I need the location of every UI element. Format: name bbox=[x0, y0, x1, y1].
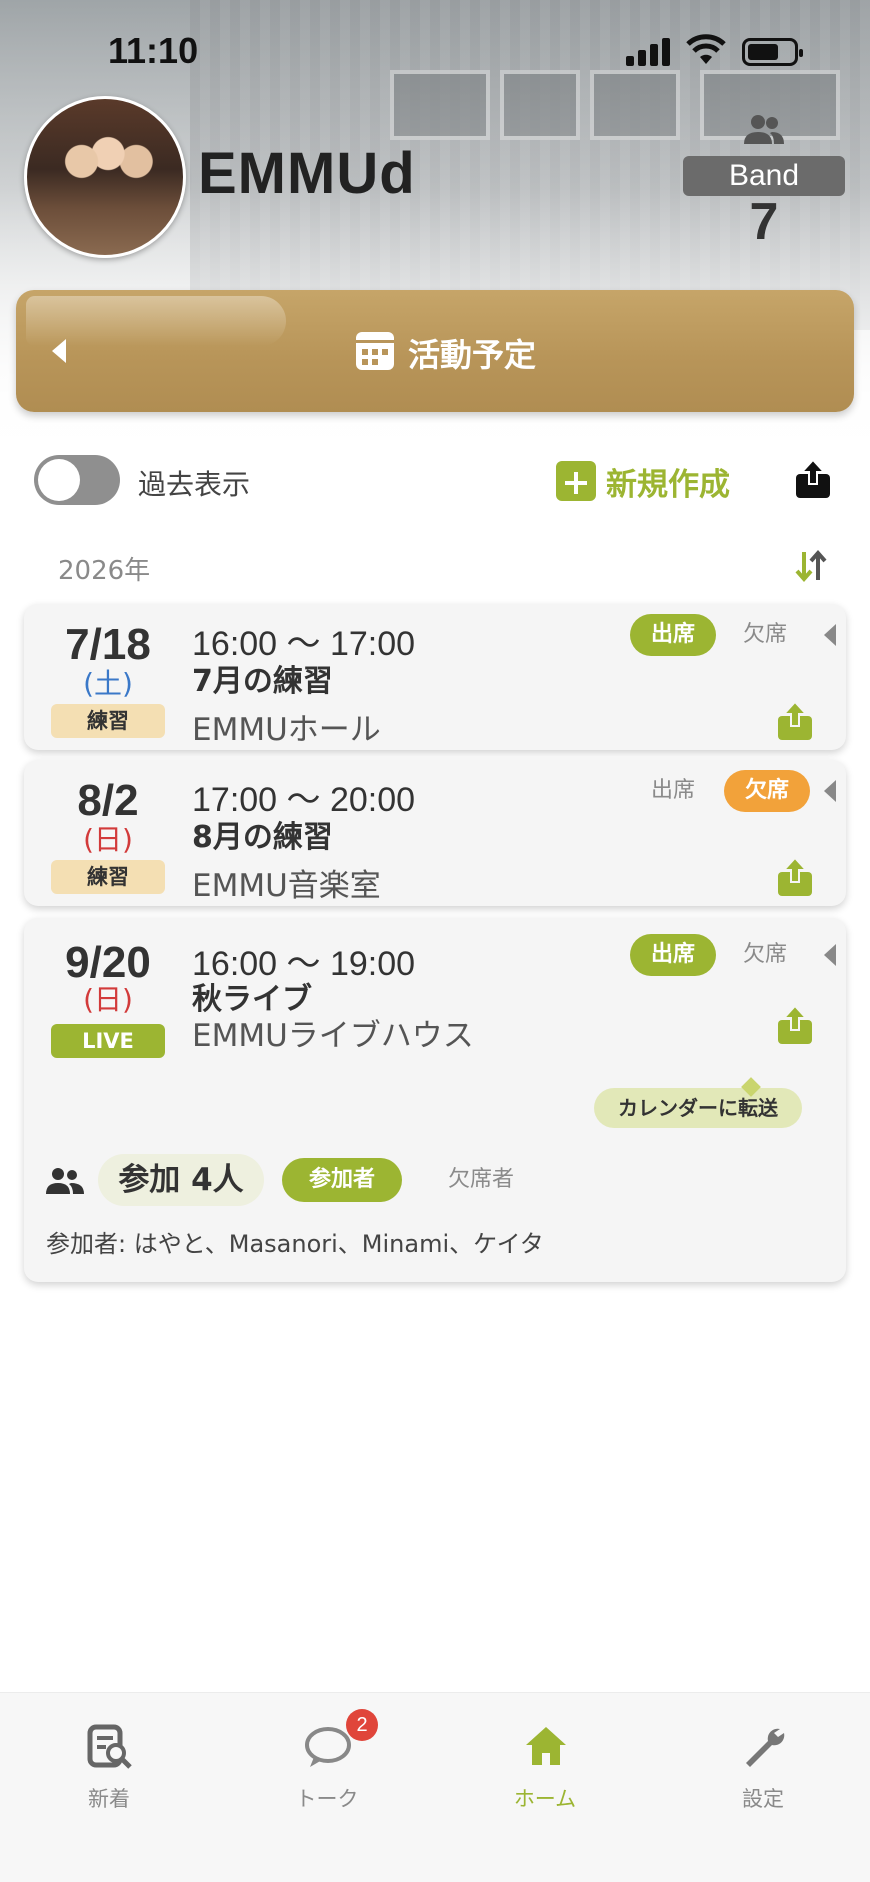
nav-item-news[interactable]: 新着 bbox=[0, 1693, 218, 1823]
expand-arrow-icon[interactable] bbox=[824, 944, 836, 966]
status-bar: 11:10 bbox=[0, 0, 870, 100]
attend-button[interactable]: 出席 bbox=[630, 614, 716, 656]
attend-button[interactable]: 出席 bbox=[638, 770, 708, 812]
news-search-icon bbox=[87, 1724, 132, 1769]
sort-icon[interactable] bbox=[794, 548, 828, 584]
participants-icon bbox=[46, 1168, 84, 1194]
battery-icon bbox=[742, 38, 803, 66]
page-title: 活動予定 bbox=[408, 336, 537, 374]
nav-label: ホーム bbox=[513, 1787, 577, 1811]
absent-button[interactable]: 欠席 bbox=[724, 770, 810, 812]
event-title: 7月の練習 bbox=[192, 664, 333, 699]
create-new-button[interactable]: 新規作成 bbox=[556, 458, 730, 504]
event-category-badge: 練習 bbox=[51, 860, 165, 894]
nav-item-talk[interactable]: トーク bbox=[218, 1693, 436, 1823]
participant-list: 参加者: はやと、Masanori、Minami、ケイタ bbox=[46, 1230, 544, 1258]
absent-button[interactable]: 欠席 bbox=[730, 934, 800, 976]
event-place: EMMUライブハウス bbox=[192, 1018, 474, 1054]
share-icon[interactable] bbox=[776, 856, 814, 898]
year-label: 2026年 bbox=[58, 556, 151, 586]
expand-arrow-icon[interactable] bbox=[824, 624, 836, 646]
tab-participants[interactable]: 参加者 bbox=[282, 1158, 402, 1202]
past-display-toggle[interactable] bbox=[34, 455, 120, 505]
share-icon[interactable] bbox=[776, 700, 814, 742]
attend-button[interactable]: 出席 bbox=[630, 934, 716, 976]
event-category-badge: LIVE bbox=[51, 1024, 165, 1058]
wrench-icon bbox=[746, 1728, 785, 1767]
members-icon bbox=[744, 115, 784, 144]
absent-button[interactable]: 欠席 bbox=[730, 614, 800, 656]
event-category-badge: 練習 bbox=[51, 704, 165, 738]
past-display-label: 過去表示 bbox=[138, 468, 251, 501]
participant-count: 参加 4人 bbox=[98, 1154, 264, 1206]
calendar-transfer-tooltip[interactable]: カレンダーに転送 bbox=[594, 1088, 802, 1128]
wifi-icon bbox=[686, 34, 726, 64]
band-name: EMMUd bbox=[198, 141, 416, 206]
event-card[interactable]: 7/18 (土) 練習 16:00 〜 17:00 7月の練習 EMMUホール … bbox=[24, 604, 846, 750]
nav-label: トーク bbox=[295, 1787, 359, 1811]
event-weekday: (日) bbox=[83, 823, 133, 856]
create-new-label: 新規作成 bbox=[606, 466, 730, 503]
nav-item-settings[interactable]: 設定 bbox=[654, 1693, 870, 1823]
nav-label: 設定 bbox=[742, 1787, 784, 1811]
event-place: EMMUホール bbox=[192, 712, 381, 748]
expand-arrow-icon[interactable] bbox=[824, 780, 836, 802]
band-avatar[interactable] bbox=[24, 96, 186, 258]
nav-item-home[interactable]: ホーム bbox=[436, 1693, 654, 1823]
event-card[interactable]: 8/2 (日) 練習 17:00 〜 20:00 8月の練習 EMMU音楽室 出… bbox=[24, 760, 846, 906]
clock: 11:10 bbox=[108, 30, 199, 71]
event-weekday: (土) bbox=[83, 667, 133, 700]
page-title-bar: 活動予定 bbox=[16, 290, 854, 412]
event-place: EMMU音楽室 bbox=[192, 868, 381, 904]
calendar-icon bbox=[356, 332, 394, 370]
unread-badge: 2 bbox=[346, 1709, 378, 1741]
share-icon[interactable] bbox=[794, 458, 832, 500]
member-count: 7 bbox=[749, 193, 779, 251]
event-title: 8月の練習 bbox=[192, 820, 333, 855]
nav-label: 新着 bbox=[88, 1787, 130, 1811]
chat-bubble-icon bbox=[305, 1727, 351, 1767]
bottom-navigation: 新着 トーク 2 ホーム 設定 bbox=[0, 1692, 870, 1882]
cellular-signal-icon bbox=[626, 38, 672, 66]
band-label: Band bbox=[683, 156, 845, 196]
event-weekday: (日) bbox=[83, 983, 133, 1016]
home-icon bbox=[526, 1727, 566, 1765]
tab-absentees[interactable]: 欠席者 bbox=[426, 1158, 536, 1202]
calendar-add-icon bbox=[556, 461, 596, 501]
back-button[interactable] bbox=[46, 334, 76, 368]
share-icon[interactable] bbox=[776, 1004, 814, 1046]
